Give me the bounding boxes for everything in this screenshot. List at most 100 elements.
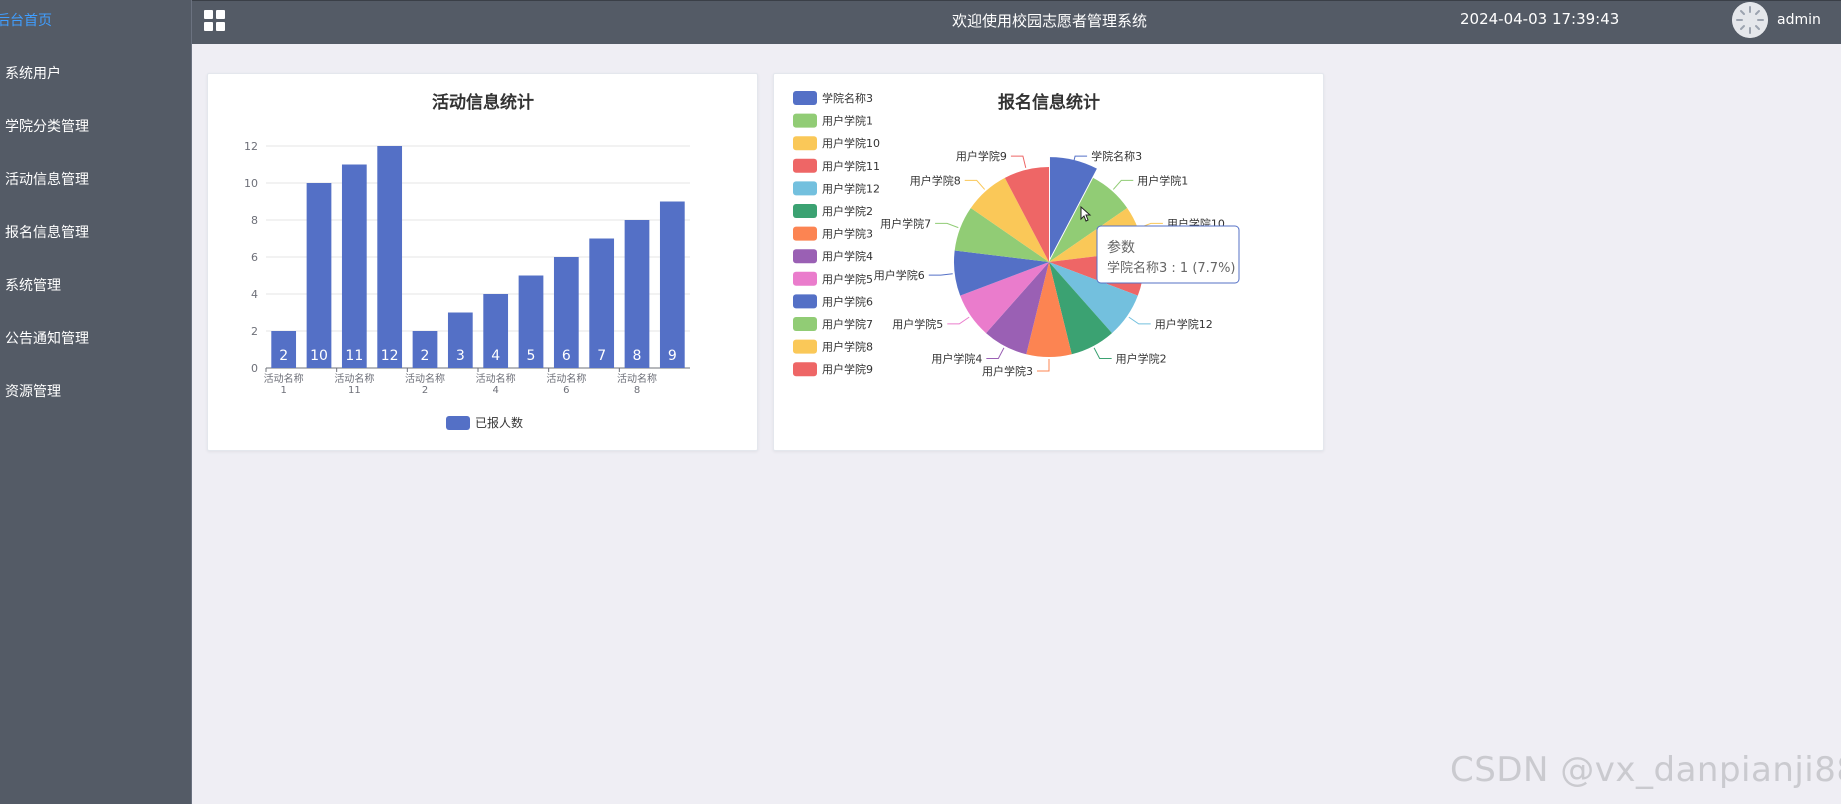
slice-label: 用户学院2	[1116, 352, 1167, 366]
slice-label: 用户学院12	[1155, 317, 1213, 331]
slice-label: 用户学院3	[982, 364, 1033, 378]
bar-value-label: 4	[491, 348, 500, 364]
activity-bar-chart: 活动信息统计 024681012 2 10 11 12 2 3 4 5 6 7 8 9 活动名称1活动…	[244, 92, 690, 430]
x-tick-label: 活动名称	[546, 372, 586, 385]
slice-label: 用户学院4	[931, 352, 982, 366]
legend-swatch	[793, 91, 817, 105]
bar[interactable]	[377, 146, 403, 368]
x-tick-label: 2	[422, 385, 428, 396]
label-line	[1037, 359, 1050, 372]
sidebar-item-college-category[interactable]: 学院分类管理	[0, 112, 191, 142]
chart-title: 报名信息统计	[998, 92, 1100, 113]
y-tick-label: 8	[251, 214, 258, 227]
bar[interactable]	[659, 201, 685, 369]
bar[interactable]	[306, 183, 332, 368]
legend-label: 用户学院2	[822, 204, 873, 218]
username[interactable]: admin	[1777, 12, 1821, 28]
legend-label: 学院名称3	[822, 91, 873, 105]
sidebar-item-home[interactable]: 后台首页	[0, 6, 191, 36]
legend-swatch	[793, 362, 817, 377]
bar-value-label: 5	[527, 348, 536, 364]
sidebar-item-label: 活动信息管理	[5, 172, 89, 188]
bar-value-label: 12	[381, 348, 399, 364]
label-line	[1093, 347, 1112, 360]
sidebar-item-registration-info[interactable]: 报名信息管理	[0, 218, 191, 248]
legend-label: 用户学院10	[822, 136, 880, 150]
label-line	[928, 273, 953, 276]
x-tick-label: 活动名称	[405, 372, 445, 385]
bar-value-label: 2	[279, 348, 288, 364]
x-tick-label: 11	[348, 385, 361, 396]
y-tick-label: 12	[244, 140, 258, 153]
chart-title: 活动信息统计	[432, 92, 534, 113]
sidebar-item-label: 系统管理	[5, 278, 61, 294]
x-tick-label: 活动名称	[334, 372, 374, 385]
bar-value-label: 6	[562, 348, 571, 364]
label-line	[964, 179, 986, 190]
legend-item[interactable]: 用户学院11	[793, 158, 880, 173]
legend-item[interactable]: 用户学院8	[793, 339, 873, 354]
sidebar-item-notice-management[interactable]: 公告通知管理	[0, 324, 191, 354]
legend-label: 用户学院7	[822, 317, 873, 331]
x-tick-label: 1	[280, 385, 286, 396]
legend-swatch	[793, 271, 817, 286]
legend-label: 用户学院3	[822, 227, 873, 241]
legend-label: 用户学院6	[822, 294, 873, 308]
legend-label: 用户学院5	[822, 272, 873, 286]
sidebar-item-label: 系统用户	[5, 66, 61, 82]
watermark: CSDN @vx_danpianji889	[1450, 750, 1841, 790]
bar-value-label: 11	[345, 348, 363, 364]
bar-value-label: 10	[310, 348, 328, 364]
legend-label: 用户学院8	[822, 340, 873, 354]
sidebar-item-label: 后台首页	[0, 13, 52, 29]
sidebar-item-system-management[interactable]: 系统管理	[0, 271, 191, 301]
x-tick-label: 活动名称	[617, 372, 657, 385]
legend[interactable]: 已报人数	[446, 415, 523, 430]
label-line	[1112, 179, 1134, 190]
legend-item[interactable]: 用户学院9	[793, 362, 873, 377]
datetime-display: 2024-04-03 17:39:43	[1460, 10, 1620, 28]
legend-item[interactable]: 用户学院10	[793, 136, 880, 151]
legend-item[interactable]: 学院名称3	[793, 91, 873, 105]
legend-swatch	[793, 136, 817, 151]
avatar-icon[interactable]	[1732, 2, 1768, 38]
grid-icon[interactable]	[204, 10, 226, 32]
legend-swatch	[793, 226, 817, 241]
label-line	[947, 316, 970, 325]
y-tick-label: 6	[251, 251, 258, 264]
legend-label: 用户学院1	[822, 114, 873, 128]
tooltip-title: 参数	[1107, 239, 1135, 256]
legend-item[interactable]: 用户学院6	[793, 294, 873, 309]
legend-label: 用户学院12	[822, 181, 880, 195]
sidebar-item-label: 学院分类管理	[5, 119, 89, 135]
legend-item[interactable]: 用户学院2	[793, 204, 873, 218]
legend-label: 用户学院9	[822, 362, 873, 376]
sidebar-item-resource-management[interactable]: 资源管理	[0, 377, 191, 407]
legend-label: 已报人数	[475, 415, 523, 430]
sidebar-item-activity-info[interactable]: 活动信息管理	[0, 165, 191, 195]
bar-value-label: 2	[421, 348, 430, 364]
sidebar-item-system-users[interactable]: 系统用户	[0, 59, 191, 89]
bar[interactable]	[624, 220, 650, 368]
legend-swatch	[446, 416, 470, 430]
legend-swatch	[793, 181, 817, 196]
legend-item[interactable]: 用户学院3	[793, 226, 873, 241]
legend-item[interactable]: 用户学院7	[793, 317, 873, 331]
legend-item[interactable]: 用户学院5	[793, 271, 873, 286]
label-line	[986, 347, 1005, 360]
slice-label: 用户学院5	[892, 317, 943, 331]
legend-item[interactable]: 用户学院1	[793, 113, 873, 128]
legend-swatch	[793, 294, 817, 309]
page-title: 欢迎使用校园志愿者管理系统	[952, 12, 1148, 30]
x-tick-label: 4	[492, 385, 498, 396]
y-tick-label: 10	[244, 177, 258, 190]
legend-swatch	[793, 204, 817, 218]
legend-item[interactable]: 用户学院4	[793, 249, 873, 264]
legend-item[interactable]: 用户学院12	[793, 181, 880, 196]
slice-label: 学院名称3	[1091, 149, 1142, 163]
x-tick-label: 活动名称	[476, 372, 516, 385]
legend-label: 用户学院4	[822, 249, 873, 263]
legend-label: 用户学院11	[822, 159, 880, 173]
label-line	[935, 222, 959, 229]
bar[interactable]	[341, 164, 367, 369]
